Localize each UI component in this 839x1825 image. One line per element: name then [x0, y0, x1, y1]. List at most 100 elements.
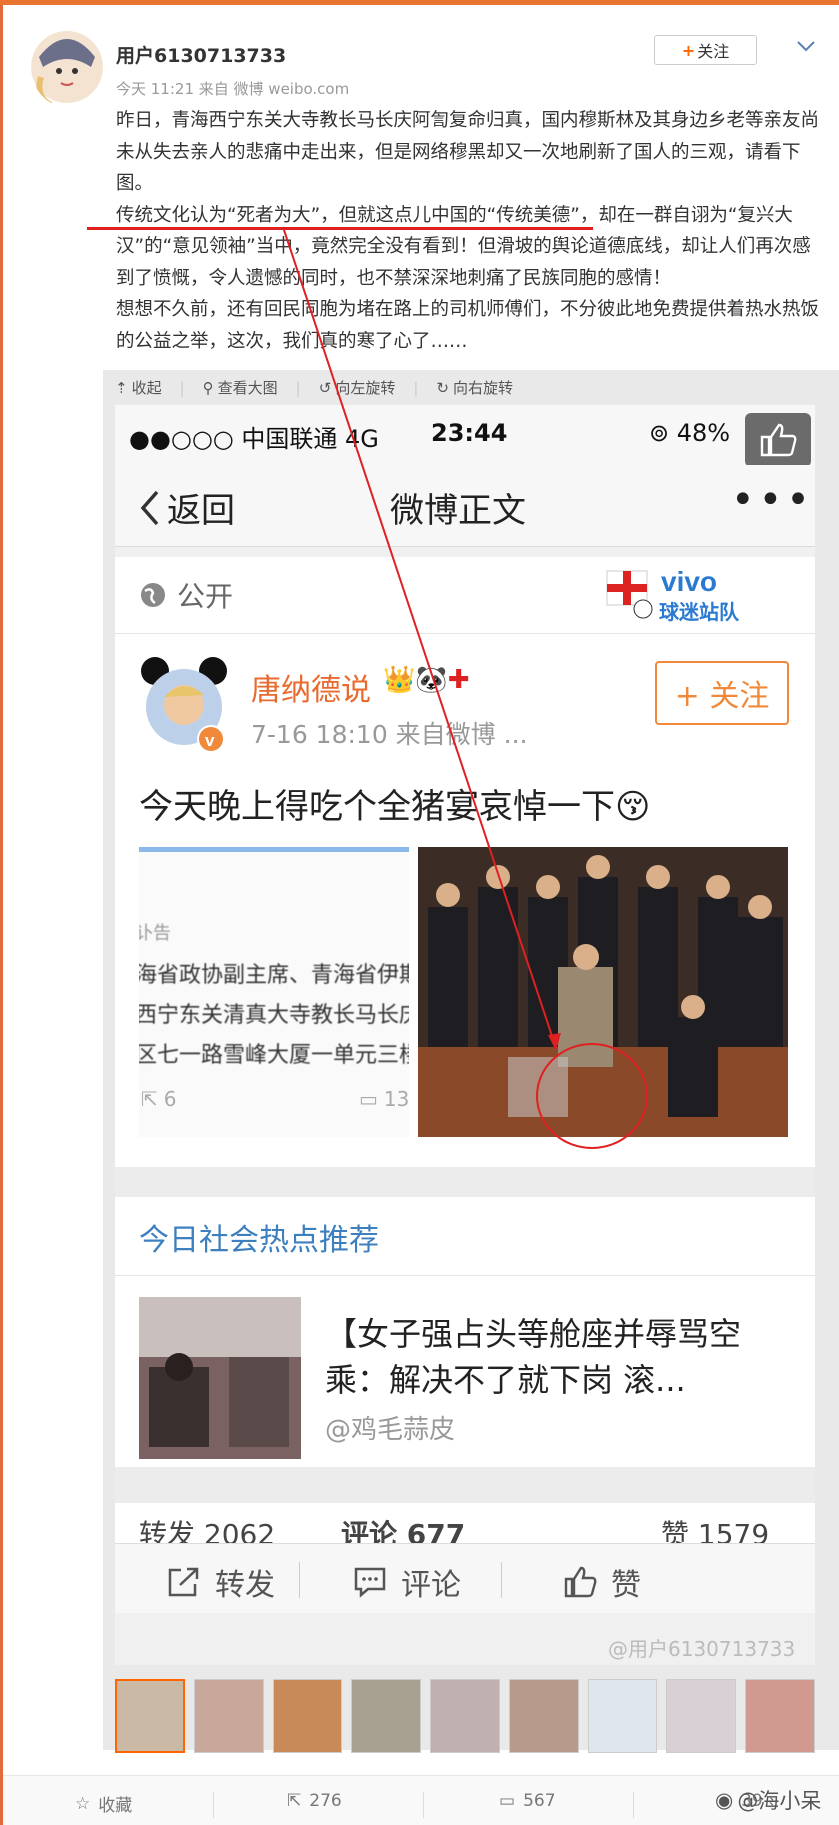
post-paragraph: 传统文化认为“死者为大”，但就这点儿中国的“传统美德”，却在一群自诩为“复兴大汉…	[116, 204, 811, 289]
weibo-card: 公开 vivo 球迷站队 v 唐纳德说 👑🐼✚ 7-16 18:10 来自微博 …	[115, 557, 815, 1167]
bar-separator	[633, 1792, 634, 1818]
chevron-down-icon[interactable]	[795, 35, 817, 57]
meeting-photo[interactable]	[418, 847, 788, 1137]
visibility-label: 公开	[139, 575, 233, 615]
thumb-line: 区七一路雪峰大厦一单元三楼寒	[139, 1043, 409, 1068]
image-thumbnail[interactable]	[115, 1679, 185, 1753]
weibo-logo-icon: ◉	[715, 1788, 734, 1812]
rotate-left-button[interactable]: ↺ 向左旋转	[319, 377, 396, 398]
author-avatar[interactable]: v	[139, 657, 229, 757]
star-icon: ☆	[75, 1793, 91, 1814]
image-thumbnail[interactable]	[587, 1679, 658, 1753]
magnifier-icon: ⚲	[202, 378, 214, 397]
follow-button[interactable]: + 关注	[654, 35, 757, 65]
view-large-button[interactable]: ⚲ 查看大图	[203, 377, 278, 398]
section-gap	[115, 1167, 815, 1197]
more-icon[interactable]: •••	[731, 477, 814, 523]
obituary-thumbnail[interactable]: 讣告 海省政协副主席、青海省伊斯兰 西宁东关清真大寺教长马长庆阿訇 区七一路雪峰…	[139, 847, 409, 1137]
vivo-fan-badge: vivo 球迷站队	[603, 559, 763, 629]
hot-topic-image[interactable]	[139, 1297, 301, 1459]
repost-action[interactable]: 转发	[167, 1560, 275, 1604]
image-thumbnail[interactable]	[351, 1679, 422, 1753]
author-follow-button[interactable]: + 关注	[655, 661, 789, 725]
collapse-icon: ⇡	[115, 378, 128, 397]
hot-topics-title: 今日社会热点推荐	[139, 1223, 379, 1258]
toolbar-separator: |	[295, 378, 301, 397]
carrier-signal: ●●○○○ 中国联通 4G	[129, 425, 379, 453]
thumb-comment: ▭ 13	[359, 1087, 409, 1111]
bar-separator	[423, 1792, 424, 1818]
red-underline-annotation	[87, 227, 593, 230]
svg-text:v: v	[205, 731, 215, 750]
thumbs-up-icon	[564, 1566, 597, 1598]
rotation-lock-icon: ⊚	[649, 419, 670, 447]
panda-icon: 🐼	[415, 665, 448, 695]
plus-icon: +	[681, 40, 696, 60]
rotate-left-icon: ↺	[318, 378, 332, 397]
rotate-right-button[interactable]: ↻ 向右旋转	[436, 377, 513, 398]
embedded-phone-screenshot[interactable]: ●●○○○ 中国联通 4G 23:44 ⊚ 48% 返回 微博正文 ••• 公开	[115, 405, 815, 1665]
phone-time: 23:44	[431, 419, 508, 447]
comment-count[interactable]: 评论 677	[341, 1513, 465, 1543]
favorite-button[interactable]: ☆ 收藏	[75, 1791, 132, 1817]
phone-nav-title: 微博正文	[390, 491, 526, 531]
author-name[interactable]: 唐纳德说	[251, 665, 371, 709]
image-toolbar: ⇡ 收起 | ⚲ 查看大图 | ↺ 向左旋转 | ↻ 向右旋转	[115, 377, 513, 398]
image-thumbnail[interactable]	[745, 1679, 816, 1753]
image-thumbnail[interactable]	[193, 1679, 264, 1753]
phone-post-text: 今天晚上得吃个全猪宴哀悼一下😚	[139, 787, 651, 827]
thumbs-up-icon[interactable]	[745, 413, 811, 467]
thumbnail-top-bar	[139, 847, 409, 852]
hot-topic-headline[interactable]: 【女子强占头等舱座并辱骂空乘：解决不了就下岗 滚...	[325, 1311, 795, 1403]
vivo-sub-text: 球迷站队	[659, 600, 740, 624]
comment-icon: ▭	[499, 1791, 516, 1811]
repost-count[interactable]: 转发 2062	[139, 1513, 275, 1543]
england-flag-icon: ✚	[447, 665, 470, 695]
hot-topic-source[interactable]: @鸡毛蒜皮	[325, 1409, 455, 1446]
toolbar-separator: |	[413, 378, 419, 397]
emoji-icon: 😚	[615, 787, 651, 827]
like-count[interactable]: 赞 1579	[661, 1513, 769, 1543]
image-thumbnail[interactable]	[666, 1679, 737, 1753]
bottom-watermark: ◉ @海小呆	[715, 1788, 822, 1813]
like-action[interactable]: 赞	[563, 1560, 641, 1604]
share-icon	[168, 1567, 199, 1597]
divider	[115, 1275, 815, 1276]
section-gap	[115, 1467, 815, 1503]
comment-icon	[354, 1567, 386, 1598]
divider	[115, 633, 815, 634]
comment-icon: ▭	[359, 1087, 378, 1111]
post-body: 昨日，青海西宁东关大寺教长马长庆阿訇复命归真，国内穆斯林及其身边乡老等亲友尚未从…	[116, 105, 821, 357]
action-separator	[501, 1562, 502, 1598]
comment-button[interactable]: ▭ 567	[499, 1791, 556, 1811]
author-time: 7-16 18:10 来自微博 ...	[251, 720, 528, 749]
phone-navbar: 返回 微博正文 •••	[115, 465, 815, 547]
collapse-button[interactable]: ⇡ 收起	[115, 377, 162, 398]
repost-button[interactable]: ⇱ 276	[287, 1791, 342, 1811]
phone-status-bar: ●●○○○ 中国联通 4G 23:44 ⊚ 48%	[115, 405, 815, 465]
image-thumbnail-strip	[115, 1679, 816, 1755]
vivo-text: vivo	[661, 566, 717, 597]
user-avatar[interactable]	[31, 27, 103, 107]
action-separator	[299, 1562, 300, 1598]
crown-icon: 👑	[383, 665, 416, 695]
thumb-line: 西宁东关清真大寺教长马长庆阿訇	[139, 1003, 409, 1028]
thumb-line: 海省政协副主席、青海省伊斯兰	[139, 963, 409, 988]
image-thumbnail[interactable]	[430, 1679, 500, 1753]
share-icon: ⇱	[287, 1791, 302, 1811]
hot-topics-section: 今日社会热点推荐 【女子强占头等舱座并辱骂空乘：解决不了就下岗 滚... @鸡毛…	[115, 1197, 815, 1467]
globe-icon	[141, 583, 165, 607]
image-thumbnail[interactable]	[508, 1679, 579, 1753]
image-thumbnail[interactable]	[272, 1679, 343, 1753]
back-button[interactable]: 返回	[139, 483, 235, 532]
comment-action[interactable]: 评论	[353, 1560, 461, 1604]
username[interactable]: 用户6130713733	[116, 41, 286, 68]
thumb-repost: ⇱ 6	[141, 1087, 177, 1111]
post-meta: 今天 11:21 来自 微博 weibo.com	[116, 80, 350, 98]
weibo-watermark: @用户6130713733	[608, 1637, 796, 1661]
post-paragraph: 昨日，青海西宁东关大寺教长马长庆阿訇复命归真，国内穆斯林及其身边乡老等亲友尚未从…	[116, 110, 820, 194]
share-icon: ⇱	[141, 1087, 158, 1111]
phone-action-bar: 转发 评论 赞	[115, 1543, 815, 1613]
engagement-counts: 转发 2062 评论 677 赞 1579	[115, 1503, 815, 1543]
bottom-action-bar: ☆ 收藏 ⇱ 276 ▭ 567 39	[3, 1775, 839, 1825]
